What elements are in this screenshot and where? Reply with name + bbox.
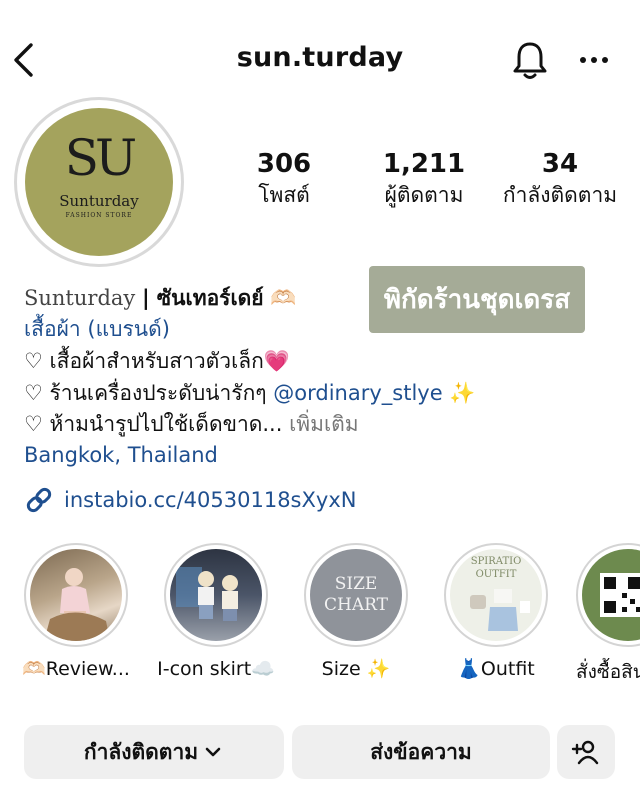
link-icon bbox=[26, 487, 52, 513]
story-highlight-order[interactable]: สั่งซื้อสิน bbox=[576, 543, 640, 687]
person-figure-image bbox=[44, 568, 110, 641]
highlight-ring: SIZE CHART bbox=[304, 543, 408, 647]
highlight-label: I-con skirt☁️ bbox=[157, 658, 275, 680]
highlight-ring bbox=[24, 543, 128, 647]
following-button-label: กำลังติดตาม bbox=[83, 739, 199, 764]
highlight-thumbnail bbox=[170, 549, 262, 641]
bio-line-2: ♡ ร้านเครื่องประดับน่ารักๆ @ordinary_stl… bbox=[24, 378, 475, 408]
stat-label: โพสต์ bbox=[258, 183, 310, 207]
story-highlight-size[interactable]: SIZE CHART Size ✨ bbox=[296, 543, 416, 680]
avatar-brand-text: Sunturday bbox=[59, 192, 139, 210]
more-horizontal-icon bbox=[580, 57, 608, 63]
bio-line-1-text: ♡ เสื้อผ้าสำหรับสาวตัวเล็ก bbox=[24, 349, 264, 373]
two-people-image bbox=[176, 567, 238, 621]
outfit-items-image bbox=[470, 589, 530, 631]
highlight-label: สั่งซื้อสิน bbox=[576, 661, 640, 683]
story-highlight-outfit[interactable]: SPIRATIO OUTFIT 👗Outfit bbox=[436, 543, 556, 680]
more-options-button[interactable] bbox=[576, 44, 616, 76]
chevron-left-icon bbox=[14, 43, 33, 77]
highlight-thumbnail bbox=[30, 549, 122, 641]
qr-code-image bbox=[600, 573, 640, 617]
bio-line-2-text: ♡ ร้านเครื่องประดับน่ารักๆ bbox=[24, 381, 267, 405]
mention-link[interactable]: @ordinary_stlye bbox=[273, 381, 442, 405]
bio-line-3-text: ♡ ห้ามนำรูปไปใช้เด็ดขาด... bbox=[24, 412, 283, 436]
highlight-thumbnail: SIZE CHART bbox=[310, 549, 402, 641]
stat-following[interactable]: 34 กำลังติดตาม bbox=[490, 148, 630, 210]
see-more-link[interactable]: เพิ่มเติม bbox=[289, 412, 359, 436]
stat-label: ผู้ติดตาม bbox=[384, 183, 464, 207]
stat-value: 306 bbox=[256, 149, 312, 179]
heart-emoji: 💗 bbox=[263, 349, 291, 373]
highlight-ring bbox=[576, 543, 640, 647]
profile-category[interactable]: เสื้อผ้า (แบรนด์) bbox=[24, 314, 170, 344]
story-highlight-icon-skirt[interactable]: I-con skirt☁️ bbox=[156, 543, 276, 680]
heart-hands-emoji: 🫶🏻 bbox=[270, 286, 297, 310]
highlight-ring: SPIRATIO OUTFIT bbox=[444, 543, 548, 647]
message-button[interactable]: ส่งข้อความ bbox=[292, 725, 550, 779]
suggested-users-button[interactable] bbox=[557, 725, 615, 779]
highlight-label: 👗Outfit bbox=[457, 658, 535, 680]
size-chart-thumb-text: SIZE CHART bbox=[324, 574, 388, 615]
add-user-icon bbox=[571, 740, 599, 765]
highlight-ring bbox=[164, 543, 268, 647]
sparkles-emoji: ✨ bbox=[449, 381, 476, 405]
highlight-thumbnail: SPIRATIO OUTFIT bbox=[450, 549, 542, 641]
profile-link[interactable]: instabio.cc/40530118sXyxN bbox=[24, 484, 356, 516]
notifications-button[interactable] bbox=[510, 38, 550, 82]
stat-followers[interactable]: 1,211 ผู้ติดตาม bbox=[358, 148, 490, 210]
chevron-down-icon bbox=[205, 747, 221, 757]
message-button-label: ส่งข้อความ bbox=[370, 739, 472, 764]
display-name-latin: Sunturday bbox=[24, 286, 136, 310]
bell-icon bbox=[513, 42, 547, 79]
stat-value: 1,211 bbox=[382, 149, 466, 179]
store-location-tag: พิกัดร้านชุดเดรส bbox=[369, 266, 585, 333]
highlight-thumbnail bbox=[582, 549, 640, 641]
highlight-label: Size ✨ bbox=[321, 658, 391, 680]
story-highlight-review[interactable]: 🫶🏻Review... bbox=[16, 543, 136, 680]
profile-location[interactable]: Bangkok, Thailand bbox=[24, 440, 218, 470]
highlight-label: 🫶🏻Review... bbox=[22, 658, 130, 680]
profile-display-name: Sunturday | ซันเทอร์เดย์ 🫶🏻 bbox=[24, 283, 296, 313]
display-name-thai: | ซันเทอร์เดย์ bbox=[141, 286, 264, 310]
back-button[interactable] bbox=[10, 40, 38, 80]
avatar-subtitle: FASHION STORE bbox=[65, 212, 133, 219]
stat-value: 34 bbox=[541, 149, 579, 179]
stat-posts[interactable]: 306 โพสต์ bbox=[224, 148, 344, 210]
following-button[interactable]: กำลังติดตาม bbox=[24, 725, 284, 779]
stat-label: กำลังติดตาม bbox=[502, 183, 618, 207]
avatar-monogram: SU bbox=[64, 129, 137, 187]
avatar[interactable]: SU Sunturday FASHION STORE bbox=[25, 108, 173, 256]
bio-line-1: ♡ เสื้อผ้าสำหรับสาวตัวเล็ก💗 bbox=[24, 346, 290, 376]
bio-line-3: ♡ ห้ามนำรูปไปใช้เด็ดขาด... เพิ่มเติม bbox=[24, 409, 359, 439]
profile-link-text: instabio.cc/40530118sXyxN bbox=[64, 488, 357, 512]
